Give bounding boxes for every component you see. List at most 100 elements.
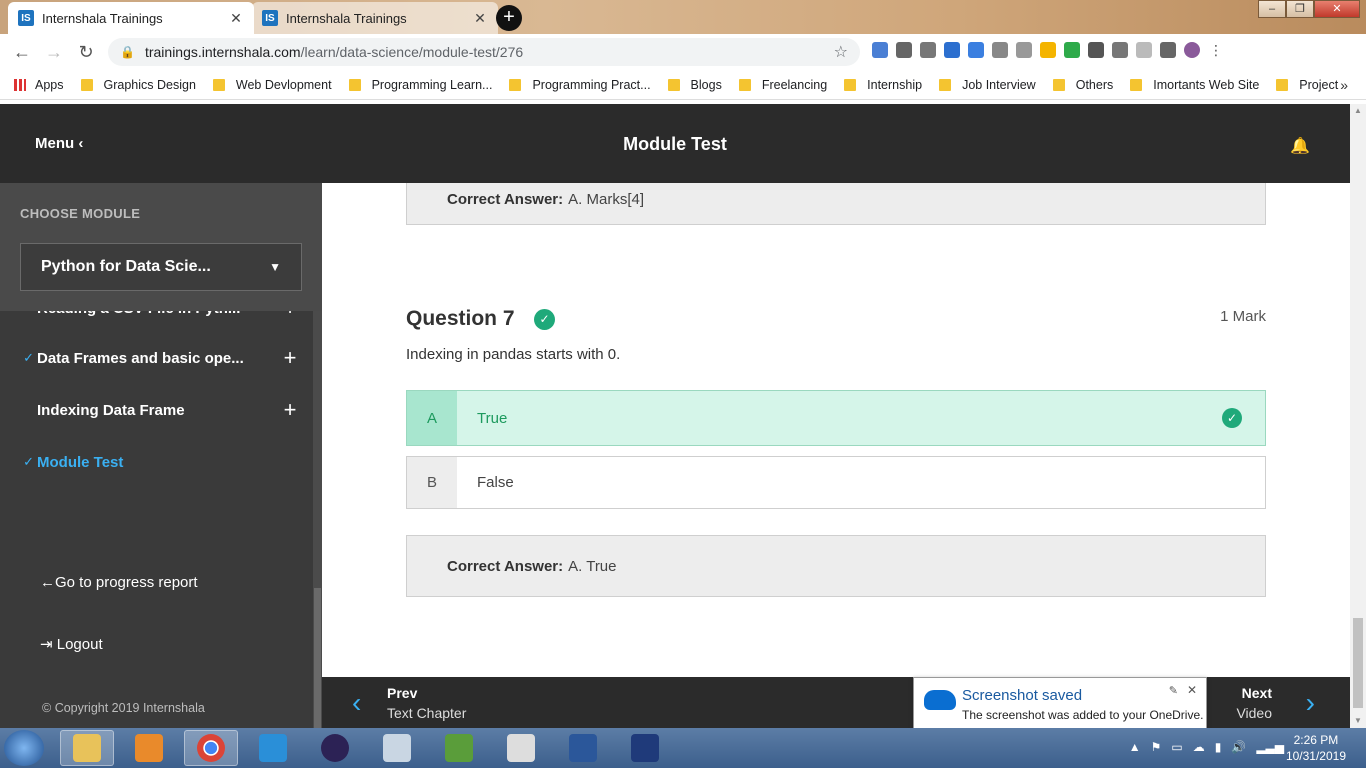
camera-extension-icon[interactable] (968, 42, 984, 58)
tab-title: Internshala Trainings (42, 10, 163, 26)
bookmark-folder[interactable]: Imortants Web Site (1130, 78, 1259, 92)
correct-answer-box: Correct Answer: A. True (406, 535, 1266, 597)
browser-tab[interactable]: IS Internshala Trainings ✕ (252, 2, 498, 34)
signal-icon[interactable]: ▂▃▅ (1256, 740, 1284, 754)
bookmark-folder[interactable]: Web Devlopment (212, 78, 332, 92)
extension-icon[interactable] (1064, 42, 1080, 58)
folder-icon (738, 78, 751, 91)
logout-link[interactable]: ⇥ Logout (40, 635, 103, 653)
next-chevron-icon[interactable]: › (1306, 687, 1315, 719)
calculator-icon (383, 734, 411, 762)
php-extension-icon[interactable] (1136, 42, 1152, 58)
extension-icon[interactable] (944, 42, 960, 58)
sidebar-scroll-thumb[interactable] (314, 588, 321, 728)
taskbar-eclipse[interactable] (308, 730, 362, 766)
expand-plus-icon[interactable]: + (268, 345, 312, 371)
extension-icon[interactable] (1160, 42, 1176, 58)
bookmark-folder[interactable]: Project (1276, 78, 1338, 92)
network-icon[interactable]: ▭ (1171, 740, 1182, 754)
eclipse-icon (321, 734, 349, 762)
bookmark-folder[interactable]: Programming Pract... (509, 78, 651, 92)
extension-icon[interactable] (1088, 42, 1104, 58)
taskbar-explorer[interactable] (60, 730, 114, 766)
url-host: trainings.internshala.com (144, 44, 301, 60)
taskbar-chrome[interactable] (184, 730, 238, 766)
bookmark-folder[interactable]: Programming Learn... (348, 78, 492, 92)
next-label[interactable]: Next (1242, 685, 1272, 701)
profile-avatar-icon[interactable] (1184, 42, 1200, 58)
kebab-menu-icon[interactable]: ⋮ (1208, 42, 1224, 58)
tab-close-icon[interactable]: ✕ (472, 10, 488, 27)
window-close-button[interactable]: ✕ (1314, 0, 1360, 18)
address-bar[interactable]: 🔒 trainings.internshala.com/learn/data-s… (108, 38, 860, 66)
sidebar-item-data-frames[interactable]: ✓ Data Frames and basic ope... + (0, 343, 312, 373)
flag-icon[interactable]: ⚑ (1151, 740, 1162, 754)
camera-extension-icon[interactable] (1112, 42, 1128, 58)
start-button[interactable] (4, 730, 44, 766)
taskbar-calculator[interactable] (370, 730, 424, 766)
page-scrollbar[interactable]: ▲ ▼ (1350, 104, 1366, 728)
extension-icon[interactable] (896, 42, 912, 58)
taskbar-vscode[interactable] (246, 730, 300, 766)
battery-icon[interactable]: ▮ (1215, 740, 1222, 754)
question-marks: 1 Mark (1220, 308, 1266, 325)
option-b[interactable]: B False (406, 456, 1266, 509)
progress-report-link[interactable]: ←Go to progress report (40, 574, 198, 591)
sidebar-item-indexing-data-frame[interactable]: Indexing Data Frame + (0, 395, 312, 425)
taskbar-app[interactable] (494, 730, 548, 766)
forward-arrow-icon[interactable]: → (38, 42, 70, 63)
bookmark-label: Graphics Design (103, 77, 196, 92)
minimize-button[interactable]: – (1258, 0, 1286, 18)
bookmark-folder[interactable]: Job Interview (939, 78, 1036, 92)
sidebar-item-label: Module Test (37, 453, 124, 471)
new-tab-button[interactable]: + (496, 5, 522, 31)
scroll-down-arrow-icon[interactable]: ▼ (1350, 714, 1366, 728)
system-clock[interactable]: 2:26 PM 10/31/2019 (1286, 732, 1346, 764)
folder-icon (1130, 78, 1143, 91)
mail-extension-icon[interactable] (920, 42, 936, 58)
bookmark-folder[interactable]: Freelancing (738, 78, 827, 92)
taskbar-word[interactable] (556, 730, 610, 766)
drive-extension-icon[interactable] (1040, 42, 1056, 58)
chrome-icon (197, 734, 225, 762)
onedrive-notification[interactable]: Screenshot saved The screenshot was adde… (913, 677, 1207, 730)
notification-bell-icon[interactable]: 🔔 (1290, 136, 1310, 156)
taskbar-spreadsheet[interactable] (432, 730, 486, 766)
prev-sublabel[interactable]: Text Chapter (387, 705, 466, 721)
bookmarks-overflow-icon[interactable]: » (1340, 77, 1348, 93)
pin-icon[interactable]: ✎ (1169, 684, 1178, 697)
bookmark-star-icon[interactable]: ☆ (834, 42, 848, 62)
taskbar-media-player[interactable] (122, 730, 176, 766)
sidebar-item-module-test[interactable]: ✓ Module Test (0, 447, 312, 477)
maximize-button[interactable]: ❐ (1286, 0, 1314, 18)
tray-expand-icon[interactable]: ▲ (1129, 740, 1141, 754)
onedrive-tray-icon[interactable]: ☁ (1193, 740, 1205, 754)
expand-plus-icon[interactable]: + (268, 397, 312, 423)
extension-icon[interactable] (1016, 42, 1032, 58)
module-select[interactable]: Python for Data Scie... ▼ (20, 243, 302, 291)
sidebar-item-label: Indexing Data Frame (37, 401, 185, 419)
windows-taskbar: ▲ ⚑ ▭ ☁ ▮ 🔊 ▂▃▅ 2:26 PM 10/31/2019 (0, 728, 1366, 768)
reload-icon[interactable]: ↻ (70, 42, 102, 63)
prev-chevron-icon[interactable]: ‹ (352, 687, 361, 719)
page-scroll-thumb[interactable] (1353, 618, 1363, 708)
next-sublabel[interactable]: Video (1236, 705, 1272, 721)
translate-extension-icon[interactable] (872, 42, 888, 58)
checkmark-circle-icon: ✓ (1222, 408, 1242, 428)
bookmark-folder[interactable]: Blogs (667, 78, 722, 92)
map-pin-extension-icon[interactable] (992, 42, 1008, 58)
notification-close-icon[interactable]: ✕ (1187, 683, 1197, 697)
bookmark-folder[interactable]: Internship (844, 78, 922, 92)
bookmark-folder[interactable]: Graphics Design (80, 77, 196, 92)
volume-icon[interactable]: 🔊 (1231, 740, 1246, 754)
sidebar-scrollbar[interactable] (313, 311, 322, 728)
back-arrow-icon[interactable]: ← (6, 42, 38, 63)
option-a[interactable]: A True ✓ (406, 390, 1266, 446)
prev-label[interactable]: Prev (387, 685, 417, 701)
scroll-up-arrow-icon[interactable]: ▲ (1350, 104, 1366, 118)
bookmark-folder[interactable]: Others (1052, 78, 1113, 92)
bookmark-apps[interactable]: Apps (14, 78, 64, 92)
taskbar-devcpp[interactable] (618, 730, 672, 766)
tab-close-icon[interactable]: ✕ (228, 10, 244, 27)
browser-tab-active[interactable]: IS Internshala Trainings ✕ (8, 2, 254, 34)
